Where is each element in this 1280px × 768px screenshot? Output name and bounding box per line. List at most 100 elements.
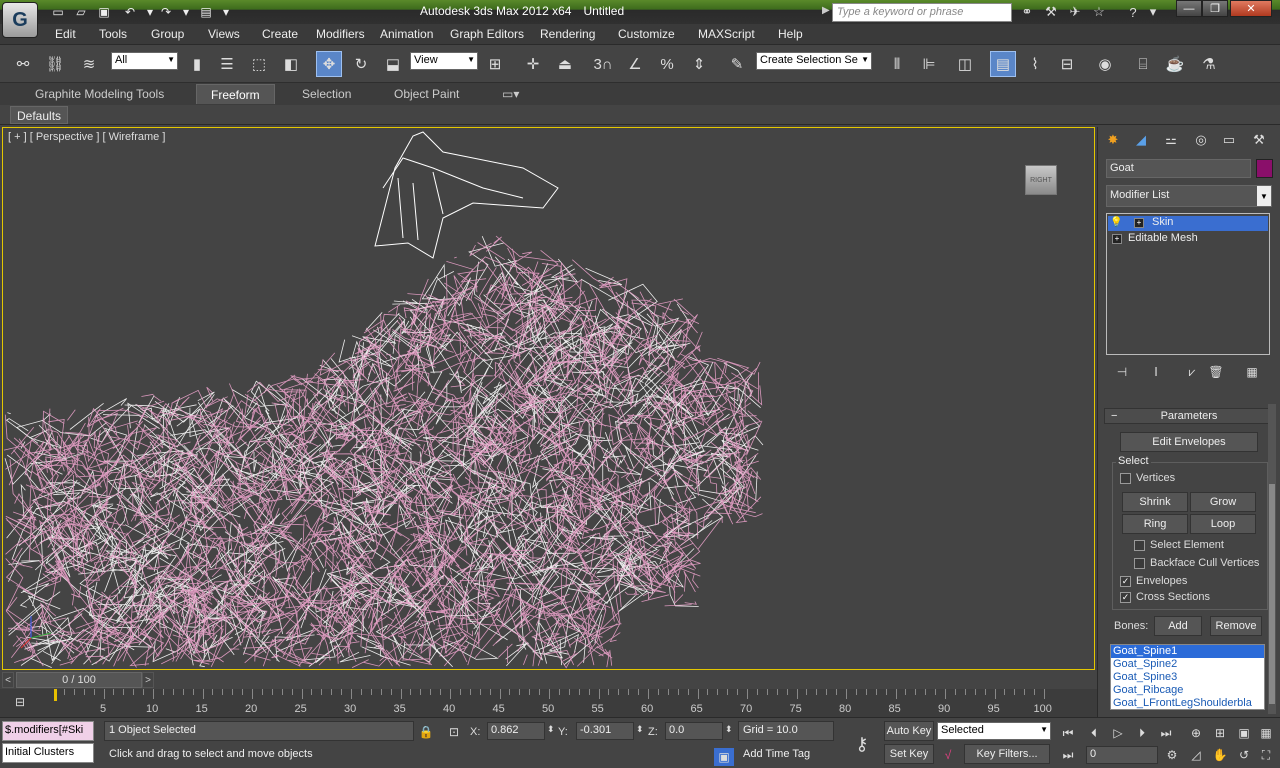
go-to-start-icon[interactable]: ⏮	[1058, 724, 1078, 742]
previous-key-icon[interactable]: ⏴	[1084, 724, 1104, 742]
viewcube[interactable]: RIGHT	[1025, 165, 1057, 195]
utilities-tab-icon[interactable]: ⚒	[1248, 130, 1270, 150]
backface-cull-checkbox[interactable]: Backface Cull Vertices	[1134, 557, 1259, 569]
add-time-tag-button[interactable]: Add Time Tag	[738, 745, 834, 765]
zoom-extents-icon[interactable]: ▣	[1234, 724, 1254, 742]
menu-graph-editors[interactable]: Graph Editors	[450, 27, 524, 41]
select-object-icon[interactable]: ▮	[184, 51, 210, 77]
layer-manager-icon[interactable]: ◫	[952, 51, 978, 77]
envelopes-checkbox[interactable]: ✓ Envelopes	[1120, 575, 1187, 587]
motion-tab-icon[interactable]: ◎	[1190, 130, 1212, 150]
remove-bone-button[interactable]: Remove	[1210, 616, 1262, 636]
grow-button[interactable]: Grow	[1190, 492, 1256, 512]
next-key-icon[interactable]: ⏵	[1132, 724, 1152, 742]
schematic-view-icon[interactable]: ⊟	[1054, 51, 1080, 77]
maxscript-listener-output[interactable]: Initial Clusters	[2, 743, 94, 763]
help-icon[interactable]: ?	[1122, 3, 1144, 21]
tab-freeform[interactable]: Freeform	[196, 84, 275, 104]
bones-list[interactable]: Goat_Spine1 Goat_Spine2 Goat_Spine3 Goat…	[1110, 644, 1265, 710]
menu-maxscript[interactable]: MAXScript	[698, 27, 755, 41]
menu-animation[interactable]: Animation	[380, 27, 433, 41]
time-configuration-icon[interactable]: ⚙	[1162, 746, 1182, 764]
ribbon-options-icon[interactable]: ▭▾	[502, 84, 519, 104]
close-button[interactable]: ✕	[1230, 0, 1272, 17]
remove-modifier-icon[interactable]: 🗑	[1206, 363, 1226, 381]
go-to-end-icon[interactable]: ⏭	[1156, 724, 1176, 742]
pin-stack-icon[interactable]: ⊣	[1112, 363, 1132, 381]
save-icon[interactable]: ▣	[94, 3, 114, 21]
select-and-manipulate-icon[interactable]: ✛	[520, 51, 546, 77]
percent-snap-icon[interactable]: %	[654, 51, 680, 77]
play-icon[interactable]: ▷	[1108, 724, 1128, 742]
z-coordinate-field[interactable]: 0.0	[665, 722, 723, 740]
search-expand-icon[interactable]: ▶	[822, 5, 830, 16]
new-file-icon[interactable]: ▭	[48, 3, 68, 21]
create-tab-icon[interactable]: ✸	[1102, 130, 1124, 150]
loop-button[interactable]: Loop	[1190, 514, 1256, 534]
object-color-swatch[interactable]	[1256, 159, 1273, 178]
named-selection-dropdown[interactable]: Create Selection Se ▼	[756, 52, 872, 70]
window-crossing-icon[interactable]: ◧	[278, 51, 304, 77]
project-folder-icon[interactable]: ▤	[196, 3, 216, 21]
set-key-button[interactable]: Set Key	[884, 744, 934, 764]
curve-editor-icon[interactable]: ⌇	[1022, 51, 1048, 77]
x-coordinate-field[interactable]: 0.862	[487, 722, 545, 740]
key-filters-button[interactable]: Key Filters...	[964, 744, 1050, 764]
reference-coordinate-dropdown[interactable]: View ▼	[410, 52, 478, 70]
maximize-viewport-icon[interactable]: ⛶	[1256, 746, 1276, 764]
list-item[interactable]: Goat_LFrontLegShoulderbla	[1111, 697, 1264, 709]
stack-item-skin[interactable]: 💡 + Skin	[1108, 216, 1268, 231]
configure-modifier-sets-icon[interactable]: ▦	[1242, 363, 1262, 381]
set-key-icon[interactable]: ⚷	[846, 732, 878, 756]
stack-item-editable-mesh[interactable]: + Editable Mesh	[1108, 232, 1268, 247]
object-name-field[interactable]: Goat	[1106, 159, 1251, 178]
time-slider-thumb[interactable]: 0 / 100	[16, 672, 142, 688]
menu-group[interactable]: Group	[151, 27, 184, 41]
rectangular-selection-icon[interactable]: ⬚	[246, 51, 272, 77]
bind-to-space-warp-icon[interactable]: ≋	[76, 51, 102, 77]
auto-key-button[interactable]: Auto Key	[884, 721, 934, 741]
menu-help[interactable]: Help	[778, 27, 803, 41]
menu-views[interactable]: Views	[208, 27, 240, 41]
select-and-scale-icon[interactable]: ⬓	[380, 51, 406, 77]
restore-button[interactable]: ❐	[1202, 0, 1228, 17]
menu-tools[interactable]: Tools	[99, 27, 127, 41]
redo-dropdown-icon[interactable]: ▾	[176, 3, 196, 21]
edit-envelopes-button[interactable]: Edit Envelopes	[1120, 432, 1258, 452]
track-bar[interactable]: ⊟ 5 10 15 20 25 30 35 40 45 50 55 60 65 70 75 80 85 90 95 1…	[0, 689, 1097, 717]
make-unique-icon[interactable]: ⩗	[1182, 363, 1202, 381]
select-and-link-icon[interactable]: ⚯	[10, 51, 36, 77]
shrink-button[interactable]: Shrink	[1122, 492, 1188, 512]
z-spinner-icon[interactable]: ⬍	[725, 724, 733, 735]
current-frame-field[interactable]: 0	[1086, 746, 1158, 764]
add-bone-button[interactable]: Add	[1154, 616, 1202, 636]
list-item[interactable]: Goat_Spine3	[1111, 671, 1264, 684]
key-mode-dropdown[interactable]: Selected ▼	[937, 722, 1051, 740]
expand-icon[interactable]: +	[1134, 218, 1144, 228]
spinner-snap-icon[interactable]: ⇕	[686, 51, 712, 77]
favorites-star-icon[interactable]: ☆	[1088, 3, 1110, 21]
absolute-mode-icon[interactable]: ⊡	[444, 723, 464, 741]
help-dropdown-icon[interactable]: ▾	[1142, 3, 1164, 21]
list-item[interactable]: Goat_Ribcage	[1111, 684, 1264, 697]
material-editor-icon[interactable]: ◉	[1092, 51, 1118, 77]
tab-selection[interactable]: Selection	[302, 84, 351, 104]
list-item[interactable]: Goat_Spine2	[1111, 658, 1264, 671]
command-panel-scrollbar[interactable]	[1268, 404, 1276, 714]
angle-snap-icon[interactable]: ∠	[622, 51, 648, 77]
pan-view-icon[interactable]: ✋	[1210, 746, 1230, 764]
communication-center-icon[interactable]: ✈	[1064, 3, 1086, 21]
defaults-panel-button[interactable]: Defaults	[10, 106, 69, 124]
open-file-icon[interactable]: ▱	[71, 3, 91, 21]
pivot-center-icon[interactable]: ⊞	[482, 51, 508, 77]
time-tag-icon[interactable]: ▣	[714, 748, 734, 766]
cross-sections-checkbox[interactable]: ✓ Cross Sections	[1120, 591, 1210, 603]
redo-icon[interactable]: ↷	[156, 3, 176, 21]
list-item[interactable]: Goat_Spine1	[1111, 645, 1264, 658]
field-of-view-icon[interactable]: ◿	[1186, 746, 1206, 764]
snaps-toggle-icon[interactable]: 3 ∩	[590, 51, 616, 77]
select-by-name-icon[interactable]: ☰	[214, 51, 240, 77]
menu-customize[interactable]: Customize	[618, 27, 675, 41]
tab-graphite-modeling-tools[interactable]: Graphite Modeling Tools	[35, 84, 164, 104]
y-coordinate-field[interactable]: -0.301	[576, 722, 634, 740]
